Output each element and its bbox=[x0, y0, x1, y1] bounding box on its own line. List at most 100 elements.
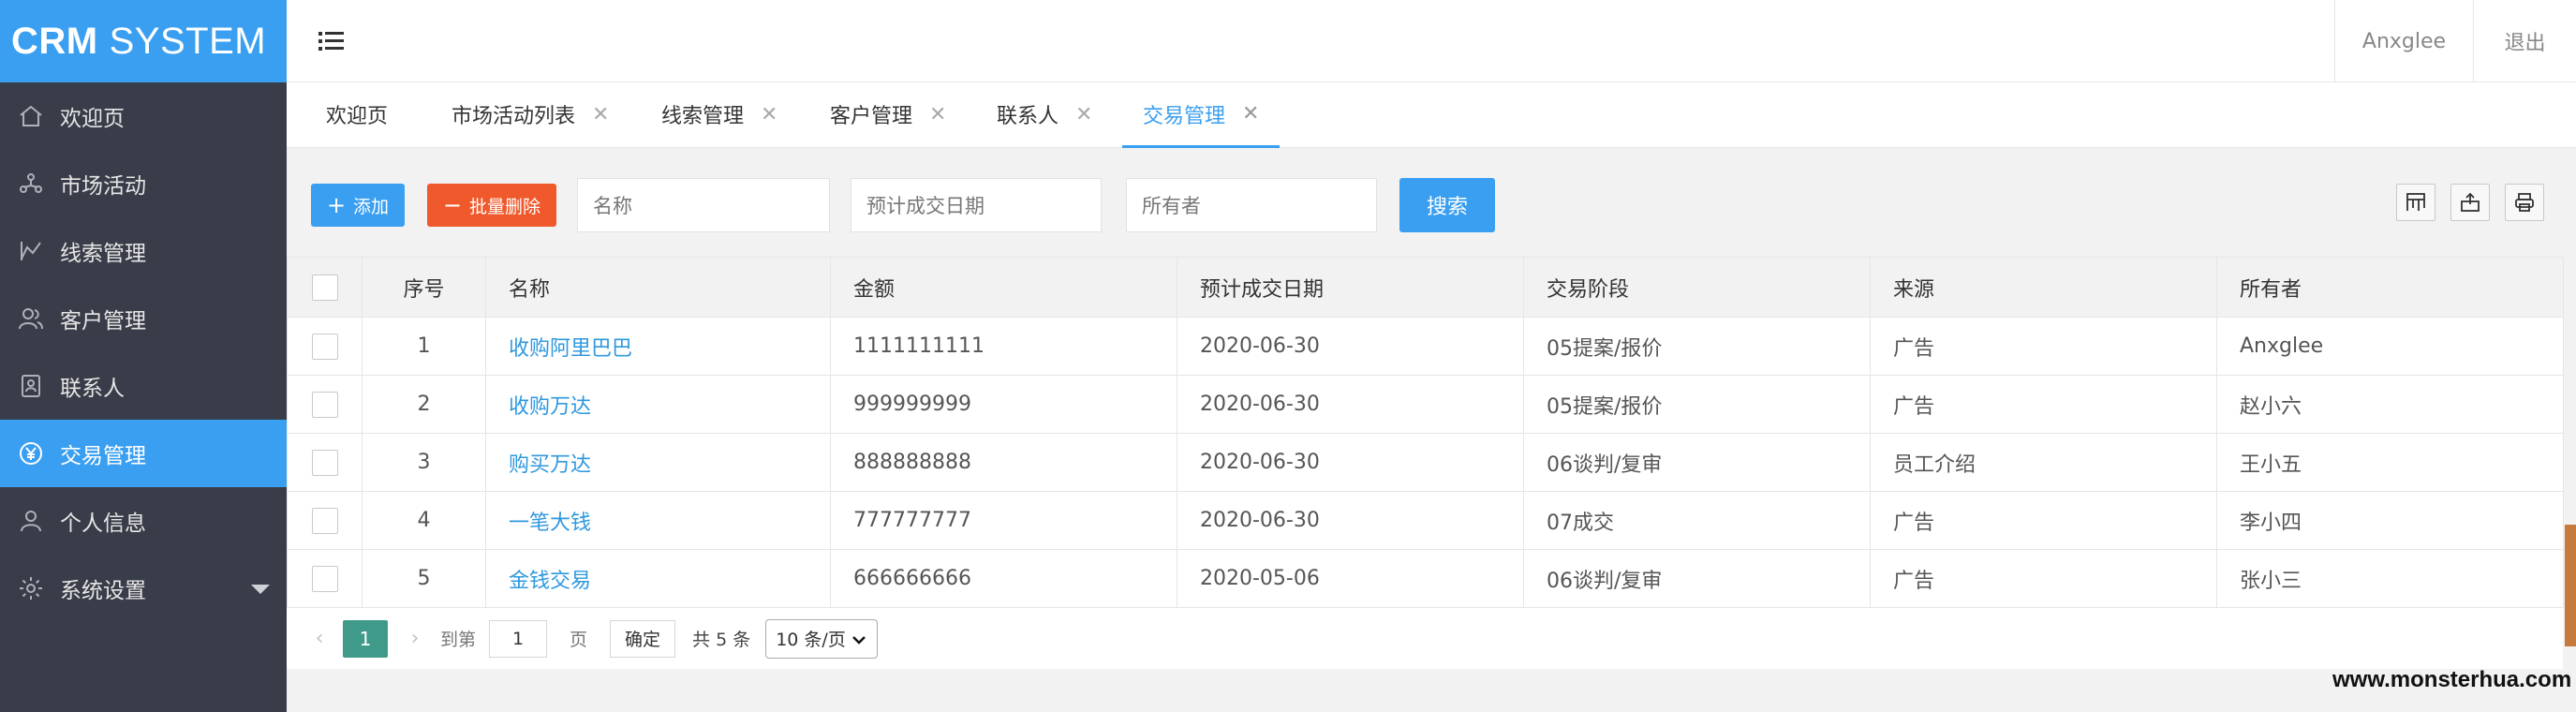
close-icon[interactable]: ✕ bbox=[761, 103, 777, 126]
column-header[interactable]: 交易阶段 bbox=[1523, 257, 1871, 318]
stage-cell: 06谈判/复审 bbox=[1523, 549, 1871, 608]
row-select-cell bbox=[287, 375, 363, 434]
page-size-select[interactable]: 10 条/页 bbox=[765, 618, 879, 659]
close-icon[interactable]: ✕ bbox=[592, 103, 609, 126]
search-button[interactable]: 搜索 bbox=[1399, 178, 1495, 232]
deal-name-cell: 一笔大钱 bbox=[485, 491, 831, 550]
amount-cell: 777777777 bbox=[830, 491, 1177, 550]
owner-cell: 李小四 bbox=[2216, 491, 2564, 550]
user-name[interactable]: Anxglee bbox=[2334, 0, 2473, 82]
row-number: 1 bbox=[362, 317, 486, 376]
sidebar-item-customers[interactable]: 客户管理 bbox=[0, 285, 287, 352]
row-select-cell bbox=[287, 317, 363, 376]
column-header[interactable]: 预计成交日期 bbox=[1177, 257, 1524, 318]
column-header[interactable]: 序号 bbox=[362, 257, 486, 318]
add-button[interactable]: + 添加 bbox=[311, 184, 405, 227]
row-number: 2 bbox=[362, 375, 486, 434]
owner-cell: 赵小六 bbox=[2216, 375, 2564, 434]
tab-welcome[interactable]: 欢迎页 bbox=[326, 82, 388, 146]
deal-name-cell: 金钱交易 bbox=[485, 549, 831, 608]
export-icon[interactable] bbox=[2450, 184, 2490, 221]
sidebar-item-welcome[interactable]: 欢迎页 bbox=[0, 82, 287, 150]
date-cell: 2020-06-30 bbox=[1177, 433, 1524, 492]
column-header[interactable]: 名称 bbox=[485, 257, 831, 318]
row-checkbox[interactable] bbox=[311, 391, 338, 418]
print-icon[interactable] bbox=[2505, 184, 2544, 221]
sidebar-item-profile[interactable]: 个人信息 bbox=[0, 487, 287, 555]
source-cell: 广告 bbox=[1870, 549, 2217, 608]
close-icon[interactable]: ✕ bbox=[1242, 102, 1259, 126]
close-icon[interactable]: ✕ bbox=[1075, 103, 1092, 126]
tab-label: 市场活动列表 bbox=[452, 105, 576, 128]
tab-contacts[interactable]: 联系人 ✕ bbox=[997, 82, 1092, 146]
tab-label: 欢迎页 bbox=[326, 105, 389, 128]
tab-deals[interactable]: 交易管理 ✕ bbox=[1122, 82, 1281, 148]
sidebar-item-contacts[interactable]: 联系人 bbox=[0, 352, 287, 420]
row-checkbox[interactable] bbox=[311, 565, 338, 592]
currency-icon bbox=[17, 439, 45, 467]
tab-marketing-list[interactable]: 市场活动列表 ✕ bbox=[452, 82, 609, 146]
deal-name-link[interactable]: 一笔大钱 bbox=[509, 512, 591, 535]
tab-label: 客户管理 bbox=[830, 105, 913, 128]
row-checkbox[interactable] bbox=[311, 333, 338, 360]
column-header[interactable]: 来源 bbox=[1870, 257, 2217, 318]
deal-name-link[interactable]: 购买万达 bbox=[509, 453, 591, 477]
sidebar-item-settings[interactable]: 系统设置 bbox=[0, 555, 287, 622]
column-filter-icon[interactable] bbox=[2396, 184, 2435, 221]
column-header[interactable]: 金额 bbox=[830, 257, 1177, 318]
row-checkbox[interactable] bbox=[311, 507, 338, 534]
select-all-cell bbox=[287, 257, 363, 318]
gear-icon bbox=[17, 574, 45, 602]
pagination: ‹ 1 › 到第 1 页 确定 共 5 条 10 条/页 bbox=[287, 607, 2563, 669]
table-row: 1 收购阿里巴巴 1111111111 2020-06-30 05提案/报价 广… bbox=[287, 317, 2564, 376]
sidebar-item-label: 个人信息 bbox=[60, 512, 146, 536]
page-button-current[interactable]: 1 bbox=[343, 619, 388, 658]
row-number: 4 bbox=[362, 491, 486, 550]
owner-input[interactable]: 所有者 bbox=[1126, 178, 1377, 232]
deal-name-cell: 购买万达 bbox=[485, 433, 831, 492]
deal-name-link[interactable]: 金钱交易 bbox=[509, 570, 591, 593]
chart-icon bbox=[17, 237, 45, 265]
confirm-page-button[interactable]: 确定 bbox=[610, 619, 676, 658]
page-number-input[interactable]: 1 bbox=[489, 619, 548, 658]
sidebar-item-leads[interactable]: 线索管理 bbox=[0, 217, 287, 285]
users-icon bbox=[17, 304, 45, 333]
table-row: 2 收购万达 999999999 2020-06-30 05提案/报价 广告 赵… bbox=[287, 375, 2564, 434]
sidebar-item-label: 客户管理 bbox=[60, 309, 146, 334]
deal-name-link[interactable]: 收购万达 bbox=[509, 395, 591, 419]
source-cell: 员工介绍 bbox=[1870, 433, 2217, 492]
chevron-down-icon bbox=[251, 585, 270, 594]
logo-text: SYSTEM bbox=[109, 20, 267, 62]
top-header: Anxglee 退出 bbox=[287, 0, 2576, 82]
logo: CRM SYSTEM bbox=[0, 0, 287, 82]
batch-delete-button[interactable]: − 批量删除 bbox=[427, 184, 556, 227]
tab-label: 线索管理 bbox=[661, 105, 745, 128]
tab-customers[interactable]: 客户管理 ✕ bbox=[830, 82, 946, 146]
menu-toggle-icon[interactable] bbox=[315, 24, 348, 58]
date-cell: 2020-06-30 bbox=[1177, 317, 1524, 376]
amount-cell: 1111111111 bbox=[830, 317, 1177, 376]
next-page-icon[interactable]: › bbox=[403, 627, 427, 650]
tab-label: 联系人 bbox=[997, 105, 1059, 128]
sidebar-item-deals[interactable]: 交易管理 bbox=[0, 420, 287, 487]
logo-bold: CRM bbox=[11, 20, 98, 62]
tab-leads[interactable]: 线索管理 ✕ bbox=[661, 82, 777, 146]
sidebar-item-marketing[interactable]: 市场活动 bbox=[0, 150, 287, 217]
deal-name-cell: 收购阿里巴巴 bbox=[485, 317, 831, 376]
name-input[interactable]: 名称 bbox=[577, 178, 830, 232]
user-area: Anxglee 退出 bbox=[2334, 0, 2576, 82]
people-network-icon bbox=[17, 170, 45, 198]
select-all-checkbox[interactable] bbox=[311, 274, 338, 301]
expected-date-input[interactable]: 预计成交日期 bbox=[851, 178, 1102, 232]
add-button-label: 添加 bbox=[353, 196, 390, 217]
app-root: CRM SYSTEM 欢迎页 市场活动 线索管理 客户管理 联系人 交易管理 个… bbox=[0, 0, 2576, 712]
close-icon[interactable]: ✕ bbox=[929, 103, 946, 126]
owner-cell: 王小五 bbox=[2216, 433, 2564, 492]
row-checkbox[interactable] bbox=[311, 449, 338, 476]
stage-cell: 05提案/报价 bbox=[1523, 375, 1871, 434]
column-header[interactable]: 所有者 bbox=[2216, 257, 2564, 318]
deal-name-link[interactable]: 收购阿里巴巴 bbox=[509, 337, 632, 361]
scroll-edge-decoration bbox=[2565, 525, 2576, 646]
prev-page-icon[interactable]: ‹ bbox=[307, 627, 332, 650]
logout-link[interactable]: 退出 bbox=[2473, 0, 2576, 82]
